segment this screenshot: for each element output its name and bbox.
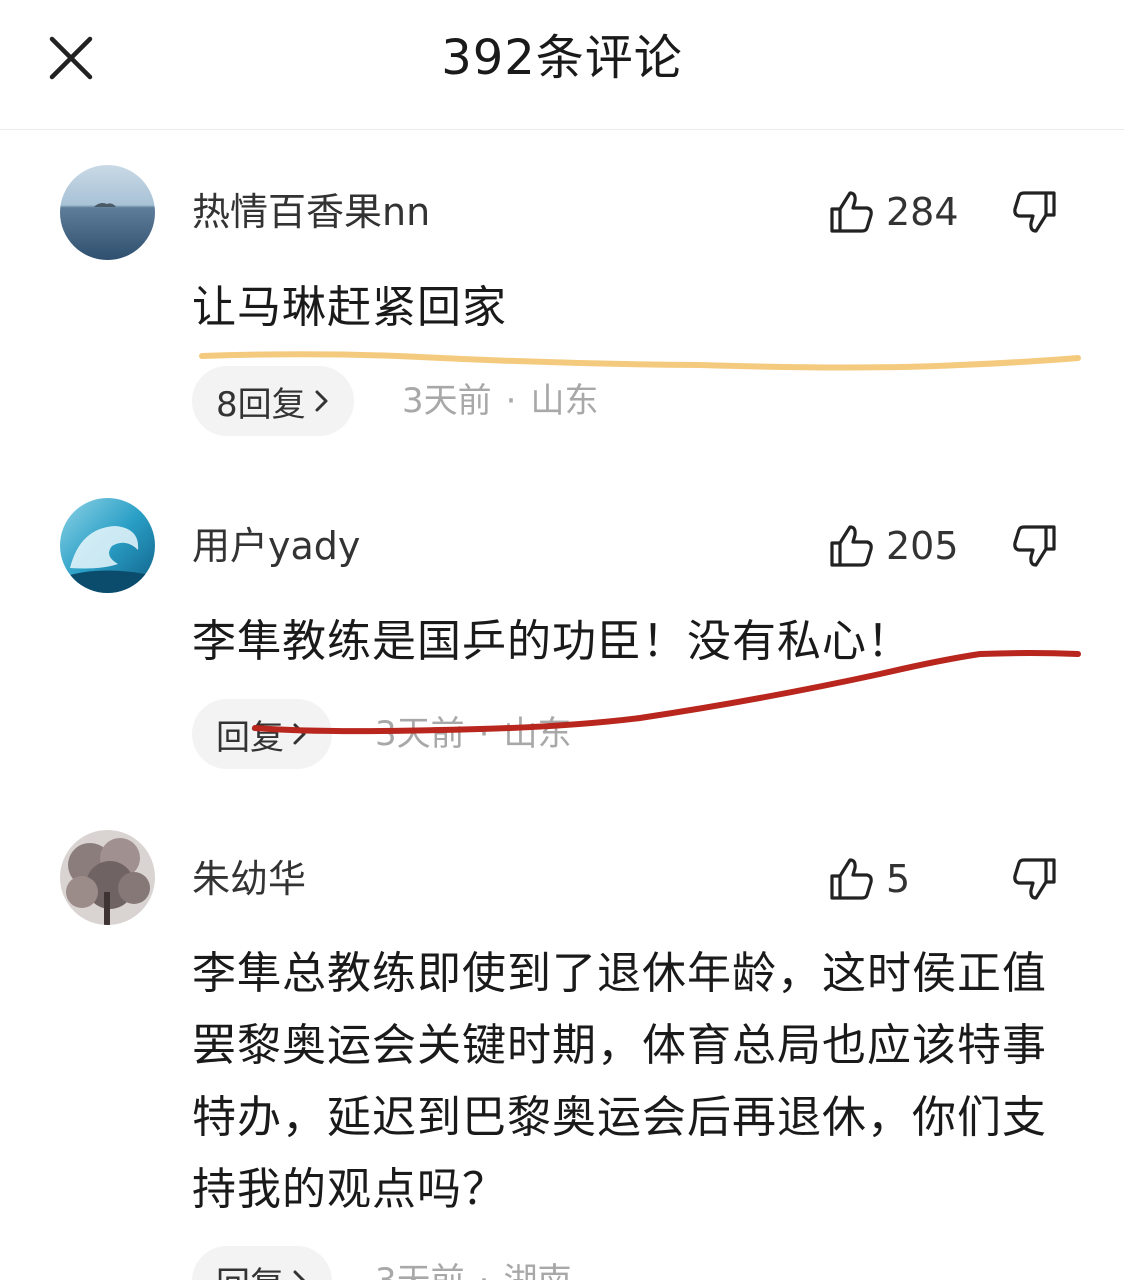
- comment-time: 3天前: [402, 381, 492, 421]
- avatar[interactable]: [60, 498, 155, 593]
- like-button[interactable]: 284: [828, 186, 959, 238]
- comment-meta: 3天前 · 山东: [375, 714, 572, 754]
- reply-button[interactable]: 回复: [192, 699, 332, 769]
- chevron-right-icon: [292, 1268, 308, 1280]
- comments-header: 392条评论: [0, 0, 1124, 130]
- username[interactable]: 朱幼华: [192, 853, 306, 905]
- reply-label: 8回复: [216, 384, 306, 425]
- chevron-right-icon: [314, 388, 330, 414]
- thumbs-down-icon: [1013, 525, 1056, 567]
- comment-time: 3天前: [375, 714, 465, 754]
- yellow-underline: [199, 351, 1081, 371]
- reply-label: 回复: [216, 1257, 284, 1280]
- comment-text: 李隼总教练即使到了退休年龄，这时侯正值罢黎奥运会关键时期，体育总局也应该特事特办…: [192, 948, 1047, 1215]
- like-button[interactable]: 205: [828, 520, 959, 572]
- thumbs-up-icon: [830, 191, 873, 233]
- comments-page: 392条评论 热情百香果nn 284 让马琳赶紧回家 8回复 3天前 · 山东 …: [0, 0, 1124, 1280]
- reply-label: 回复: [216, 717, 284, 758]
- dislike-button[interactable]: [1006, 186, 1064, 238]
- thumbs-up-icon: [830, 858, 873, 900]
- dislike-button[interactable]: [1006, 853, 1064, 905]
- chevron-right-icon: [292, 721, 308, 747]
- comment-location: 湖南: [503, 1261, 571, 1280]
- username[interactable]: 用户yady: [192, 520, 360, 572]
- like-count: 205: [886, 524, 959, 568]
- comment-location: 山东: [503, 714, 572, 754]
- comment-text: 李隼教练是国乒的功臣！没有私心！: [192, 616, 912, 667]
- comment-meta: 3天前 · 山东: [402, 381, 599, 421]
- like-button[interactable]: 5: [828, 853, 910, 905]
- comment-count-title: 392条评论: [441, 30, 683, 86]
- avatar[interactable]: [60, 165, 155, 260]
- comment-text: 让马琳赶紧回家: [192, 282, 507, 333]
- thumbs-down-icon: [1013, 858, 1056, 900]
- like-count: 5: [886, 857, 911, 901]
- avatar[interactable]: [60, 830, 155, 925]
- comment-time: 3天前: [375, 1261, 465, 1280]
- thumbs-down-icon: [1013, 191, 1056, 233]
- thumbs-up-icon: [830, 525, 873, 567]
- comment-meta: 3天前·湖南: [375, 1246, 571, 1280]
- comment-location: 山东: [530, 381, 599, 421]
- reply-button[interactable]: 8回复: [192, 366, 354, 436]
- dislike-button[interactable]: [1006, 520, 1064, 572]
- like-count: 284: [886, 190, 959, 234]
- username[interactable]: 热情百香果nn: [192, 186, 430, 238]
- reply-button[interactable]: 回复: [192, 1246, 332, 1280]
